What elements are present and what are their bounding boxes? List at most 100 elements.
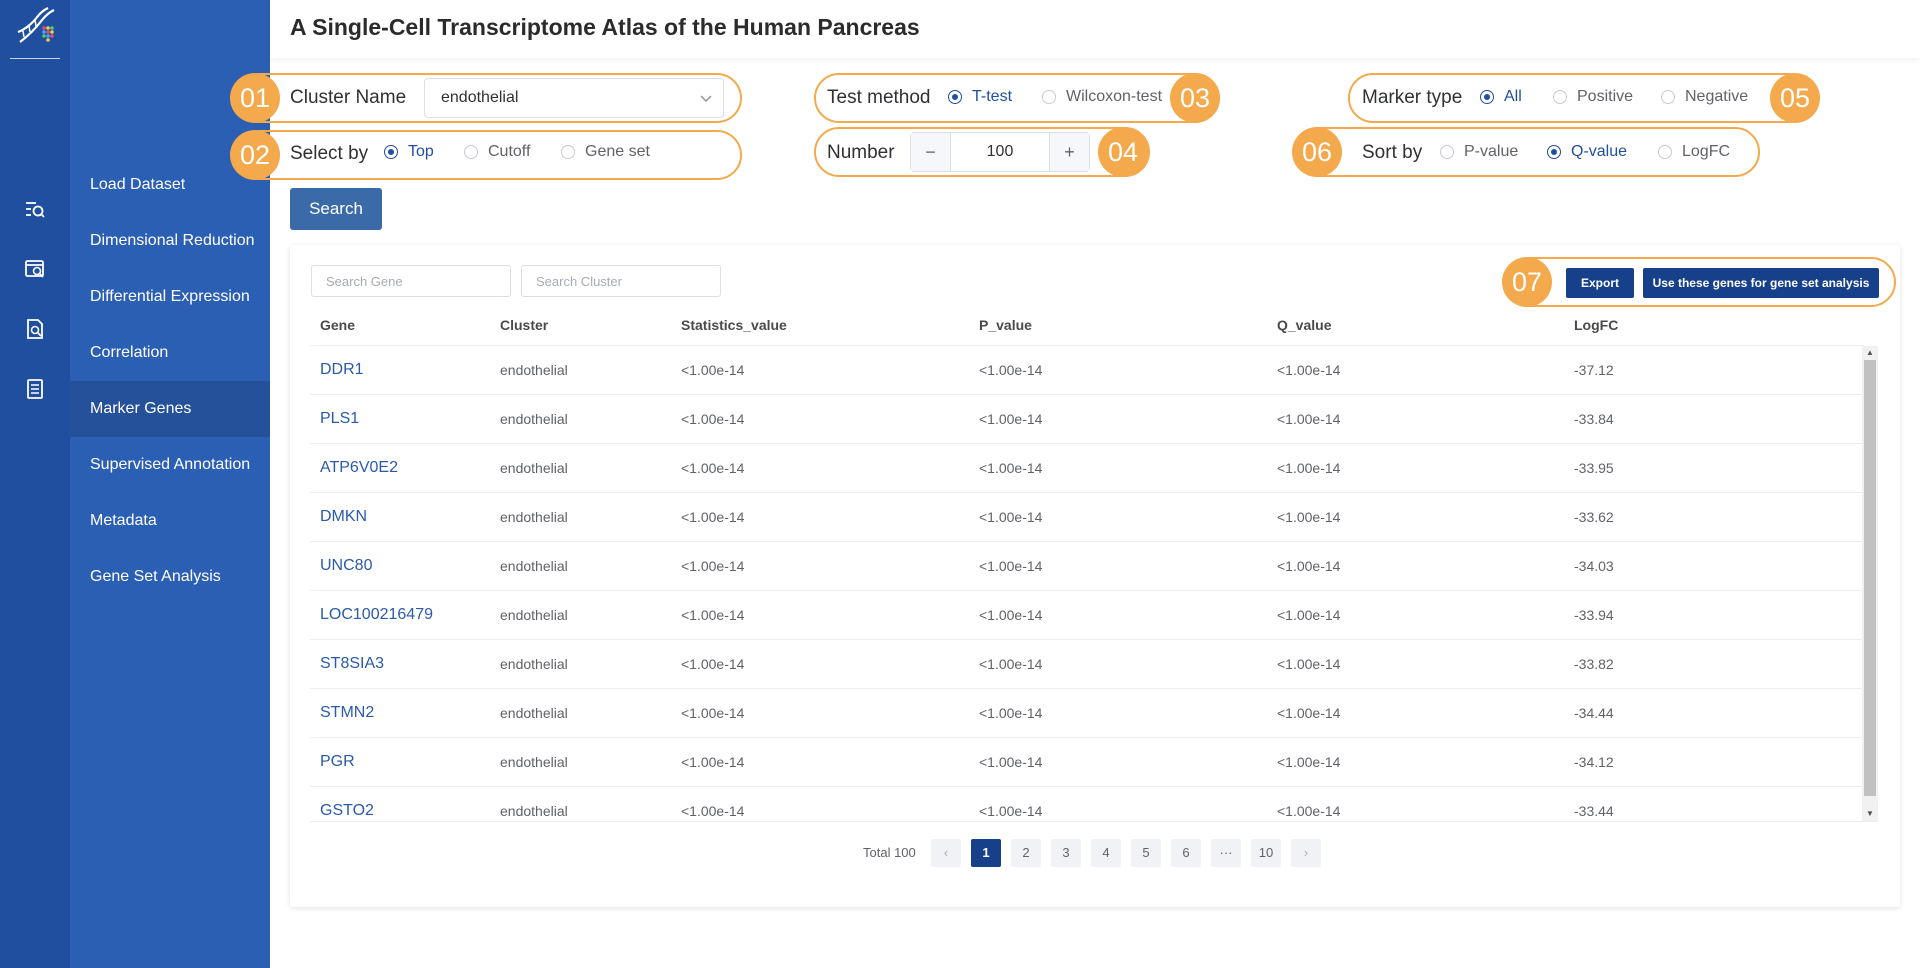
cluster-name-select[interactable]: endothelial bbox=[424, 78, 724, 118]
scroll-up-arrow-icon[interactable]: ▲ bbox=[1865, 348, 1875, 358]
increment-button[interactable]: + bbox=[1049, 133, 1089, 171]
column-header-gene[interactable]: Gene bbox=[310, 305, 355, 345]
table-scrollbar[interactable]: ▲ ▼ bbox=[1862, 346, 1878, 821]
nav-item-gene-set-analysis[interactable]: Gene Set Analysis bbox=[70, 549, 270, 605]
sort-by-label: Sort by bbox=[1362, 142, 1423, 163]
pagination-prev-button[interactable]: ‹ bbox=[931, 839, 961, 867]
cell-gene[interactable]: ST8SIA3 bbox=[310, 640, 384, 688]
table-row[interactable]: GSTO2 endothelial <1.00e-14 <1.00e-14 <1.00e… bbox=[310, 786, 1863, 821]
nav-item-differential-expression[interactable]: Differential Expression bbox=[70, 269, 270, 325]
sort-by-logfc-radio[interactable]: LogFC bbox=[1658, 142, 1730, 162]
table-row[interactable]: STMN2 endothelial <1.00e-14 <1.00e-14 <1.00e… bbox=[310, 688, 1863, 737]
cell-statistics-value: <1.00e-14 bbox=[681, 705, 745, 721]
table-row[interactable]: ATP6V0E2 endothelial <1.00e-14 <1.00e-14 <1.… bbox=[310, 443, 1863, 492]
cell-cluster: endothelial bbox=[500, 656, 568, 672]
document-list-icon[interactable] bbox=[24, 378, 46, 400]
pagination-page-button[interactable]: 6 bbox=[1171, 839, 1201, 867]
pagination-page-button[interactable]: 10 bbox=[1251, 839, 1281, 867]
step-badge-07: 07 bbox=[1502, 257, 1552, 307]
column-header-cluster[interactable]: Cluster bbox=[490, 305, 548, 345]
pagination-page-button[interactable]: 2 bbox=[1011, 839, 1041, 867]
cell-p-value: <1.00e-14 bbox=[979, 558, 1043, 574]
cell-q-value: <1.00e-14 bbox=[1277, 362, 1341, 378]
sort-by-q-value-radio[interactable]: Q-value bbox=[1547, 142, 1627, 162]
pagination-page-button[interactable]: 5 bbox=[1131, 839, 1161, 867]
cell-statistics-value: <1.00e-14 bbox=[681, 754, 745, 770]
page-header: A Single-Cell Transcriptome Atlas of the… bbox=[270, 0, 1920, 58]
cell-q-value: <1.00e-14 bbox=[1277, 656, 1341, 672]
column-header-p-value[interactable]: P_value bbox=[969, 305, 1032, 345]
page-title: A Single-Cell Transcriptome Atlas of the… bbox=[290, 14, 920, 40]
use-genes-for-gene-set-analysis-button[interactable]: Use these genes for gene set analysis bbox=[1643, 268, 1879, 298]
select-by-cutoff-radio[interactable]: Cutoff bbox=[464, 142, 530, 162]
pagination-ellipsis[interactable]: ··· bbox=[1211, 839, 1241, 867]
marker-type-all-label: All bbox=[1504, 88, 1522, 105]
cell-p-value: <1.00e-14 bbox=[979, 362, 1043, 378]
cell-logfc: -37.12 bbox=[1574, 362, 1614, 378]
marker-type-negative-radio[interactable]: Negative bbox=[1661, 87, 1748, 107]
cell-gene[interactable]: DMKN bbox=[310, 493, 367, 541]
nav-item-dimensional-reduction[interactable]: Dimensional Reduction bbox=[70, 213, 270, 269]
pagination-next-button[interactable]: › bbox=[1291, 839, 1321, 867]
cell-p-value: <1.00e-14 bbox=[979, 754, 1043, 770]
search-list-icon[interactable] bbox=[24, 199, 46, 221]
search-cluster-input[interactable] bbox=[521, 265, 721, 297]
sort-by-logfc-label: LogFC bbox=[1682, 143, 1731, 160]
step-badge-06: 06 bbox=[1292, 127, 1342, 177]
radio-checked-icon bbox=[1480, 90, 1494, 104]
test-method-t-test-radio[interactable]: T-test bbox=[948, 87, 1012, 107]
radio-unchecked-icon bbox=[1440, 145, 1454, 159]
pagination-page-button[interactable]: 4 bbox=[1091, 839, 1121, 867]
cell-gene[interactable]: STMN2 bbox=[310, 689, 374, 737]
nav-item-supervised-annotation[interactable]: Supervised Annotation bbox=[70, 437, 270, 493]
pagination-page-button[interactable]: 3 bbox=[1051, 839, 1081, 867]
select-by-gene-set-label: Gene set bbox=[585, 143, 650, 160]
marker-type-positive-radio[interactable]: Positive bbox=[1553, 87, 1633, 107]
search-button[interactable]: Search bbox=[290, 188, 382, 230]
table-row[interactable]: ST8SIA3 endothelial <1.00e-14 <1.00e-14 <1.0… bbox=[310, 639, 1863, 688]
select-by-top-radio[interactable]: Top bbox=[384, 142, 434, 162]
table-row[interactable]: LOC100216479 endothelial <1.00e-14 <1.00e-1… bbox=[310, 590, 1863, 639]
radio-checked-icon bbox=[1547, 145, 1561, 159]
table-header: Gene Cluster Statistics_value P_value Q_… bbox=[310, 305, 1878, 345]
cell-gene[interactable]: UNC80 bbox=[310, 542, 372, 590]
test-method-wilcoxon-radio[interactable]: Wilcoxon-test bbox=[1042, 87, 1162, 107]
pagination-page-button[interactable]: 1 bbox=[971, 839, 1001, 867]
column-header-statistics-value[interactable]: Statistics_value bbox=[671, 305, 787, 345]
cell-logfc: -33.84 bbox=[1574, 411, 1614, 427]
cell-gene[interactable]: GSTO2 bbox=[310, 787, 374, 821]
search-window-icon[interactable] bbox=[24, 258, 46, 280]
radio-unchecked-icon bbox=[1658, 145, 1672, 159]
decrement-button[interactable]: − bbox=[911, 133, 951, 171]
table-row[interactable]: DDR1 endothelial <1.00e-14 <1.00e-14 <1.00e-… bbox=[310, 345, 1863, 394]
export-button[interactable]: Export bbox=[1566, 268, 1634, 298]
cell-gene[interactable]: PLS1 bbox=[310, 395, 359, 443]
nav-item-metadata[interactable]: Metadata bbox=[70, 493, 270, 549]
scroll-down-arrow-icon[interactable]: ▼ bbox=[1865, 809, 1875, 819]
cell-gene[interactable]: DDR1 bbox=[310, 346, 364, 394]
column-header-q-value[interactable]: Q_value bbox=[1267, 305, 1331, 345]
search-document-icon[interactable] bbox=[24, 318, 46, 340]
search-gene-input[interactable] bbox=[311, 265, 511, 297]
results-card: 07 Export Use these genes for gene set a… bbox=[290, 245, 1900, 907]
dna-logo-icon[interactable] bbox=[14, 6, 58, 50]
nav-item-marker-genes[interactable]: Marker Genes bbox=[70, 381, 270, 437]
scrollbar-thumb[interactable] bbox=[1864, 360, 1876, 796]
step-badge-03: 03 bbox=[1170, 73, 1220, 123]
select-by-gene-set-radio[interactable]: Gene set bbox=[561, 142, 650, 162]
nav-item-correlation[interactable]: Correlation bbox=[70, 325, 270, 381]
table-row[interactable]: PGR endothelial <1.00e-14 <1.00e-14 <1.00e-1… bbox=[310, 737, 1863, 786]
cell-gene[interactable]: PGR bbox=[310, 738, 355, 786]
marker-type-all-radio[interactable]: All bbox=[1480, 87, 1522, 107]
number-value[interactable]: 100 bbox=[951, 133, 1049, 171]
sort-by-p-value-radio[interactable]: P-value bbox=[1440, 142, 1518, 162]
column-header-logfc[interactable]: LogFC bbox=[1564, 305, 1618, 345]
cell-cluster: endothelial bbox=[500, 607, 568, 623]
cell-p-value: <1.00e-14 bbox=[979, 803, 1043, 819]
table-row[interactable]: UNC80 endothelial <1.00e-14 <1.00e-14 <1.00e… bbox=[310, 541, 1863, 590]
table-row[interactable]: DMKN endothelial <1.00e-14 <1.00e-14 <1.00e-… bbox=[310, 492, 1863, 541]
cell-gene[interactable]: ATP6V0E2 bbox=[310, 444, 398, 492]
cell-statistics-value: <1.00e-14 bbox=[681, 803, 745, 819]
table-row[interactable]: PLS1 endothelial <1.00e-14 <1.00e-14 <1.00e-… bbox=[310, 394, 1863, 443]
cell-gene[interactable]: LOC100216479 bbox=[310, 591, 433, 639]
